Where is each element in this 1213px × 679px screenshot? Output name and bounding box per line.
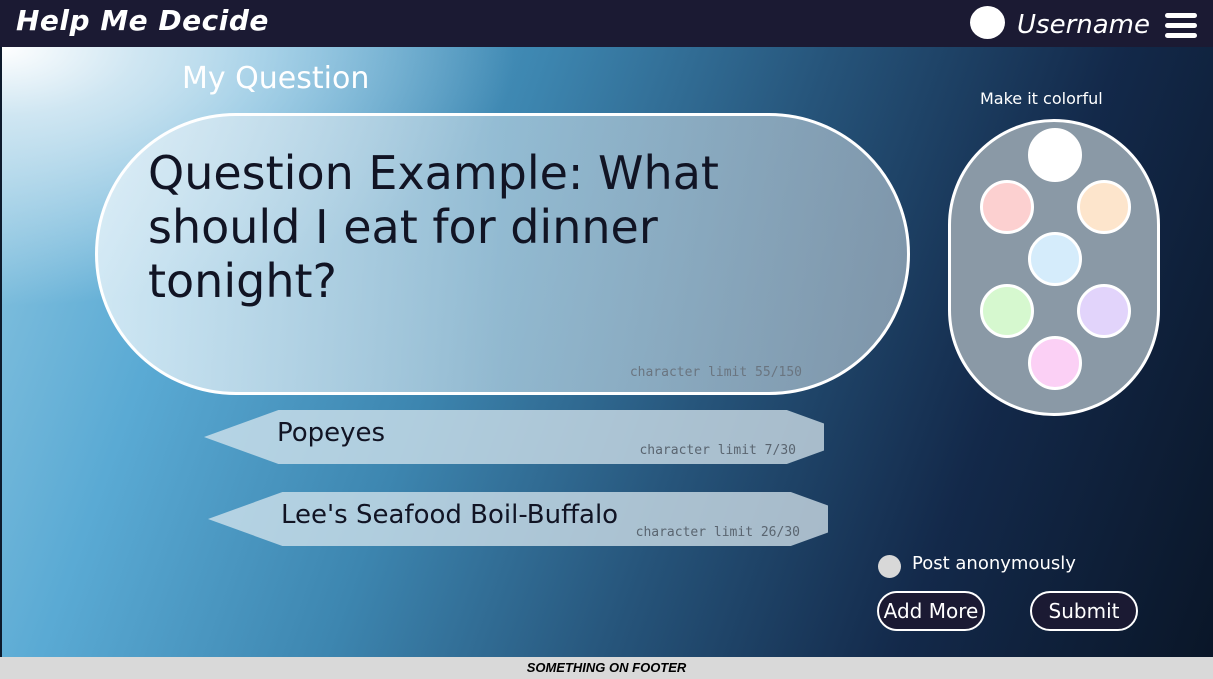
color-swatch-peach[interactable] bbox=[1077, 180, 1131, 234]
question-text[interactable]: Question Example: What should I eat for … bbox=[148, 146, 808, 308]
color-swatch-pink[interactable] bbox=[980, 180, 1034, 234]
color-swatch-lavender[interactable] bbox=[1077, 284, 1131, 338]
submit-button[interactable]: Submit bbox=[1030, 591, 1138, 631]
avatar[interactable] bbox=[970, 6, 1005, 39]
color-swatch-blue[interactable] bbox=[1028, 232, 1082, 286]
question-char-limit: character limit 55/150 bbox=[629, 365, 802, 380]
app-title[interactable]: Help Me Decide bbox=[16, 4, 269, 37]
top-bar: Help Me Decide Username bbox=[0, 0, 1213, 47]
palette-title: Make it colorful bbox=[980, 89, 1103, 108]
color-palette bbox=[948, 119, 1160, 416]
username-label[interactable]: Username bbox=[1017, 10, 1150, 40]
option-char-limit: character limit 26/30 bbox=[635, 525, 800, 540]
add-more-button[interactable]: Add More bbox=[877, 591, 985, 631]
option-char-limit: character limit 7/30 bbox=[639, 443, 796, 458]
anonymous-radio[interactable] bbox=[878, 555, 901, 578]
option-text[interactable]: Lee's Seafood Boil-Buffalo bbox=[281, 500, 618, 530]
color-swatch-magenta[interactable] bbox=[1028, 336, 1082, 390]
anonymous-label: Post anonymously bbox=[912, 553, 1076, 574]
color-swatch-green[interactable] bbox=[980, 284, 1034, 338]
option-input[interactable]: Lee's Seafood Boil-Buffalo character lim… bbox=[208, 492, 828, 546]
question-input[interactable]: Question Example: What should I eat for … bbox=[95, 113, 910, 395]
menu-line bbox=[1165, 23, 1197, 28]
menu-line bbox=[1165, 13, 1197, 18]
main-content: My Question Question Example: What shoul… bbox=[2, 47, 1213, 657]
option-input[interactable]: Popeyes character limit 7/30 bbox=[204, 410, 824, 464]
color-swatch-white[interactable] bbox=[1028, 128, 1082, 182]
hamburger-menu-icon[interactable] bbox=[1165, 13, 1197, 39]
option-text[interactable]: Popeyes bbox=[277, 418, 385, 448]
menu-line bbox=[1165, 33, 1197, 38]
question-heading: My Question bbox=[182, 61, 370, 96]
footer: SOMETHING ON FOOTER bbox=[0, 657, 1213, 679]
footer-text: SOMETHING ON FOOTER bbox=[526, 660, 687, 675]
